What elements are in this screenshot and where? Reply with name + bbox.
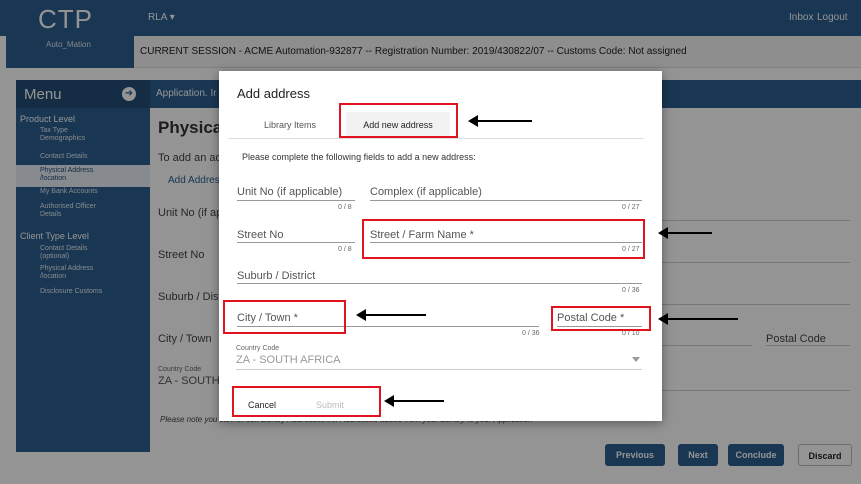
tab-library-items[interactable]: Library Items [246,112,334,138]
street-no-underline [237,242,355,243]
city-counter: 0 / 36 [522,330,540,337]
highlight-box-buttons [232,386,381,417]
suburb-underline [237,283,642,284]
arrow-left-icon [468,115,532,127]
unit-no-underline [237,200,355,201]
arrow-left-icon [658,313,738,325]
highlight-box-tab [339,103,458,138]
complex-underline [370,200,642,201]
suburb-counter: 0 / 36 [622,287,640,294]
country-underline [236,369,642,370]
country-code-label: Country Code [236,345,280,352]
highlight-box-city [223,300,346,334]
arrow-left-icon [356,309,426,321]
modal-title: Add address [237,86,310,101]
complex-field[interactable]: Complex (if applicable) [370,186,482,198]
postal-code-counter: 0 / 10 [622,330,640,337]
unit-no-field[interactable]: Unit No (if applicable) [237,186,342,198]
tab-divider [228,138,644,139]
caret-down-icon[interactable] [632,357,640,362]
highlight-box-street [362,219,645,259]
arrow-left-icon [384,395,444,407]
unit-no-counter: 0 / 8 [338,204,352,211]
complex-counter: 0 / 27 [622,204,640,211]
modal-intro: Please complete the following fields to … [242,152,476,162]
arrow-left-icon [658,227,712,239]
country-code-select[interactable]: ZA - SOUTH AFRICA [236,354,341,366]
highlight-box-postal [551,306,651,331]
street-no-field[interactable]: Street No [237,229,283,241]
street-no-counter: 0 / 8 [338,246,352,253]
suburb-field[interactable]: Suburb / District [237,270,315,282]
